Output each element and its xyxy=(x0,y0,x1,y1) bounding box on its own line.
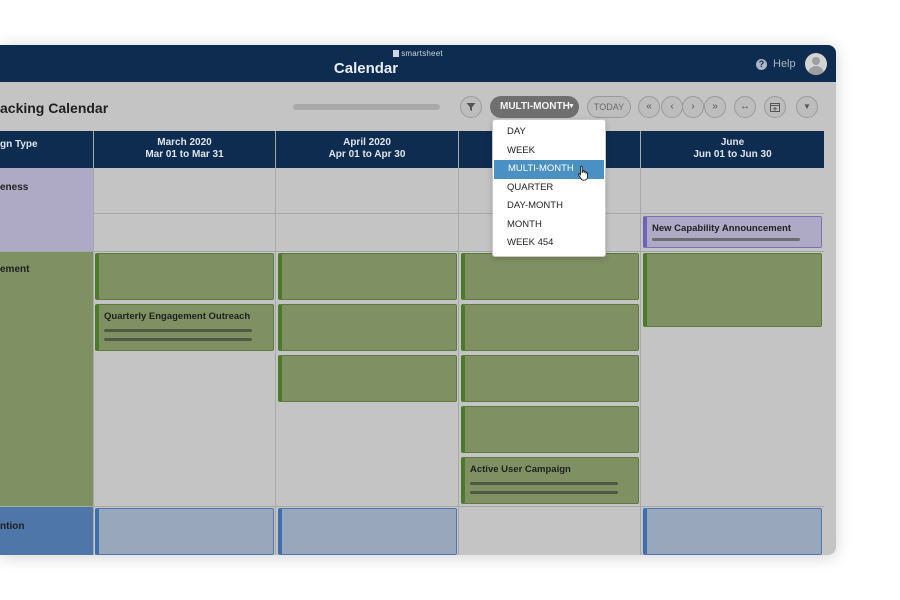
row-divider xyxy=(0,213,824,214)
event-progress xyxy=(104,338,252,341)
event-title: New Capability Announcement xyxy=(652,223,791,234)
view-option-day-month[interactable]: DAY-MONTH xyxy=(493,197,605,216)
event-title: Active User Campaign xyxy=(470,464,571,475)
last-page-icon: » xyxy=(712,101,718,112)
event-card[interactable] xyxy=(461,304,639,351)
avatar-body xyxy=(808,66,824,75)
calendar-title: acking Calendar xyxy=(0,100,109,116)
type-header-label: gn Type xyxy=(0,139,38,150)
add-event-button[interactable] xyxy=(764,96,786,118)
view-select-label: MULTI-MONTH xyxy=(500,101,570,112)
column-divider xyxy=(458,131,459,555)
event-card[interactable] xyxy=(643,508,822,555)
month-name: April 2020 xyxy=(343,137,391,148)
row-header-awareness: eness xyxy=(0,168,93,251)
filter-icon xyxy=(466,103,476,111)
today-button[interactable]: TODAY xyxy=(587,96,631,118)
view-option-week[interactable]: WEEK xyxy=(493,142,605,161)
event-card[interactable] xyxy=(643,253,822,327)
more-icon: ▼ xyxy=(803,102,811,111)
help-link[interactable]: ? Help xyxy=(756,58,796,70)
month-range: Mar 01 to Mar 31 xyxy=(145,149,224,160)
month-name: June xyxy=(720,137,745,148)
view-option-week-454[interactable]: WEEK 454 xyxy=(493,234,605,253)
event-card[interactable] xyxy=(461,253,639,300)
filter-button[interactable] xyxy=(460,96,482,118)
help-label: Help xyxy=(773,58,796,70)
column-header-june: June Jun 01 to Jun 30 xyxy=(641,131,824,168)
brand-logo: smartsheet xyxy=(0,49,836,58)
avatar-head xyxy=(812,57,820,65)
event-progress xyxy=(470,491,618,494)
event-progress xyxy=(652,238,800,241)
first-page-button[interactable]: « xyxy=(638,96,660,118)
event-new-capability[interactable]: New Capability Announcement xyxy=(643,216,822,248)
event-progress xyxy=(470,482,618,485)
month-range: Apr 01 to Apr 30 xyxy=(328,149,406,160)
view-option-month[interactable]: MONTH xyxy=(493,216,605,235)
event-card[interactable] xyxy=(278,304,457,351)
event-card[interactable] xyxy=(461,406,639,453)
event-progress xyxy=(104,329,252,332)
view-option-quarter[interactable]: QUARTER xyxy=(493,179,605,198)
column-divider xyxy=(93,131,94,555)
calendar-add-icon xyxy=(770,103,780,112)
row-label: eness xyxy=(0,182,29,193)
event-title: Quarterly Engagement Outreach xyxy=(104,311,251,322)
event-card[interactable] xyxy=(95,253,274,300)
smartsheet-logo-icon xyxy=(393,50,400,57)
view-select[interactable]: MULTI-MONTH ▼ xyxy=(490,96,579,118)
row-label: ement xyxy=(0,264,30,275)
next-icon: › xyxy=(691,101,695,112)
expand-button[interactable]: ↔ xyxy=(734,96,756,118)
calendar-window: smartsheet Calendar ? Help acking Calend… xyxy=(0,45,836,555)
row-header-retention: ntion xyxy=(0,507,93,555)
calendar-grid: gn Type March 2020 Mar 01 to Mar 31 Apri… xyxy=(0,131,824,555)
event-card[interactable] xyxy=(95,508,274,555)
column-divider xyxy=(275,131,276,555)
row-label: ntion xyxy=(0,521,25,532)
expand-icon: ↔ xyxy=(740,101,750,112)
event-quarterly-engagement[interactable]: Quarterly Engagement Outreach xyxy=(95,304,274,351)
column-header-april: April 2020 Apr 01 to Apr 30 xyxy=(276,131,458,168)
next-button[interactable]: › xyxy=(682,96,704,118)
month-name: March 2020 xyxy=(157,137,212,148)
column-header-type: gn Type xyxy=(0,131,93,168)
row-divider xyxy=(0,506,824,507)
help-icon: ? xyxy=(756,58,767,70)
avatar[interactable] xyxy=(805,53,827,75)
last-page-button[interactable]: » xyxy=(704,96,726,118)
month-range: Jun 01 to Jun 30 xyxy=(693,149,772,160)
column-divider xyxy=(640,131,641,555)
view-option-day[interactable]: DAY xyxy=(493,123,605,142)
more-button[interactable]: ▼ xyxy=(796,96,818,118)
event-card[interactable] xyxy=(278,508,457,555)
column-header-march: March 2020 Mar 01 to Mar 31 xyxy=(94,131,275,168)
event-card[interactable] xyxy=(461,355,639,402)
top-bar: smartsheet Calendar ? Help xyxy=(0,45,836,82)
first-page-icon: « xyxy=(646,101,652,112)
brand-name: smartsheet xyxy=(401,49,443,58)
row-header-engagement: ement xyxy=(0,252,93,506)
row-divider xyxy=(0,251,824,252)
event-active-user-campaign[interactable]: Active User Campaign xyxy=(461,457,639,504)
prev-button[interactable]: ‹ xyxy=(661,96,683,118)
caret-down-icon: ▼ xyxy=(568,103,575,110)
event-card[interactable] xyxy=(278,253,457,300)
hand-cursor-icon xyxy=(577,165,588,181)
app-title: Calendar xyxy=(333,60,399,77)
view-menu: DAY WEEK MULTI-MONTH QUARTER DAY-MONTH M… xyxy=(492,119,606,257)
loading-bar xyxy=(293,104,440,110)
prev-icon: ‹ xyxy=(670,101,674,112)
event-card[interactable] xyxy=(278,355,457,402)
